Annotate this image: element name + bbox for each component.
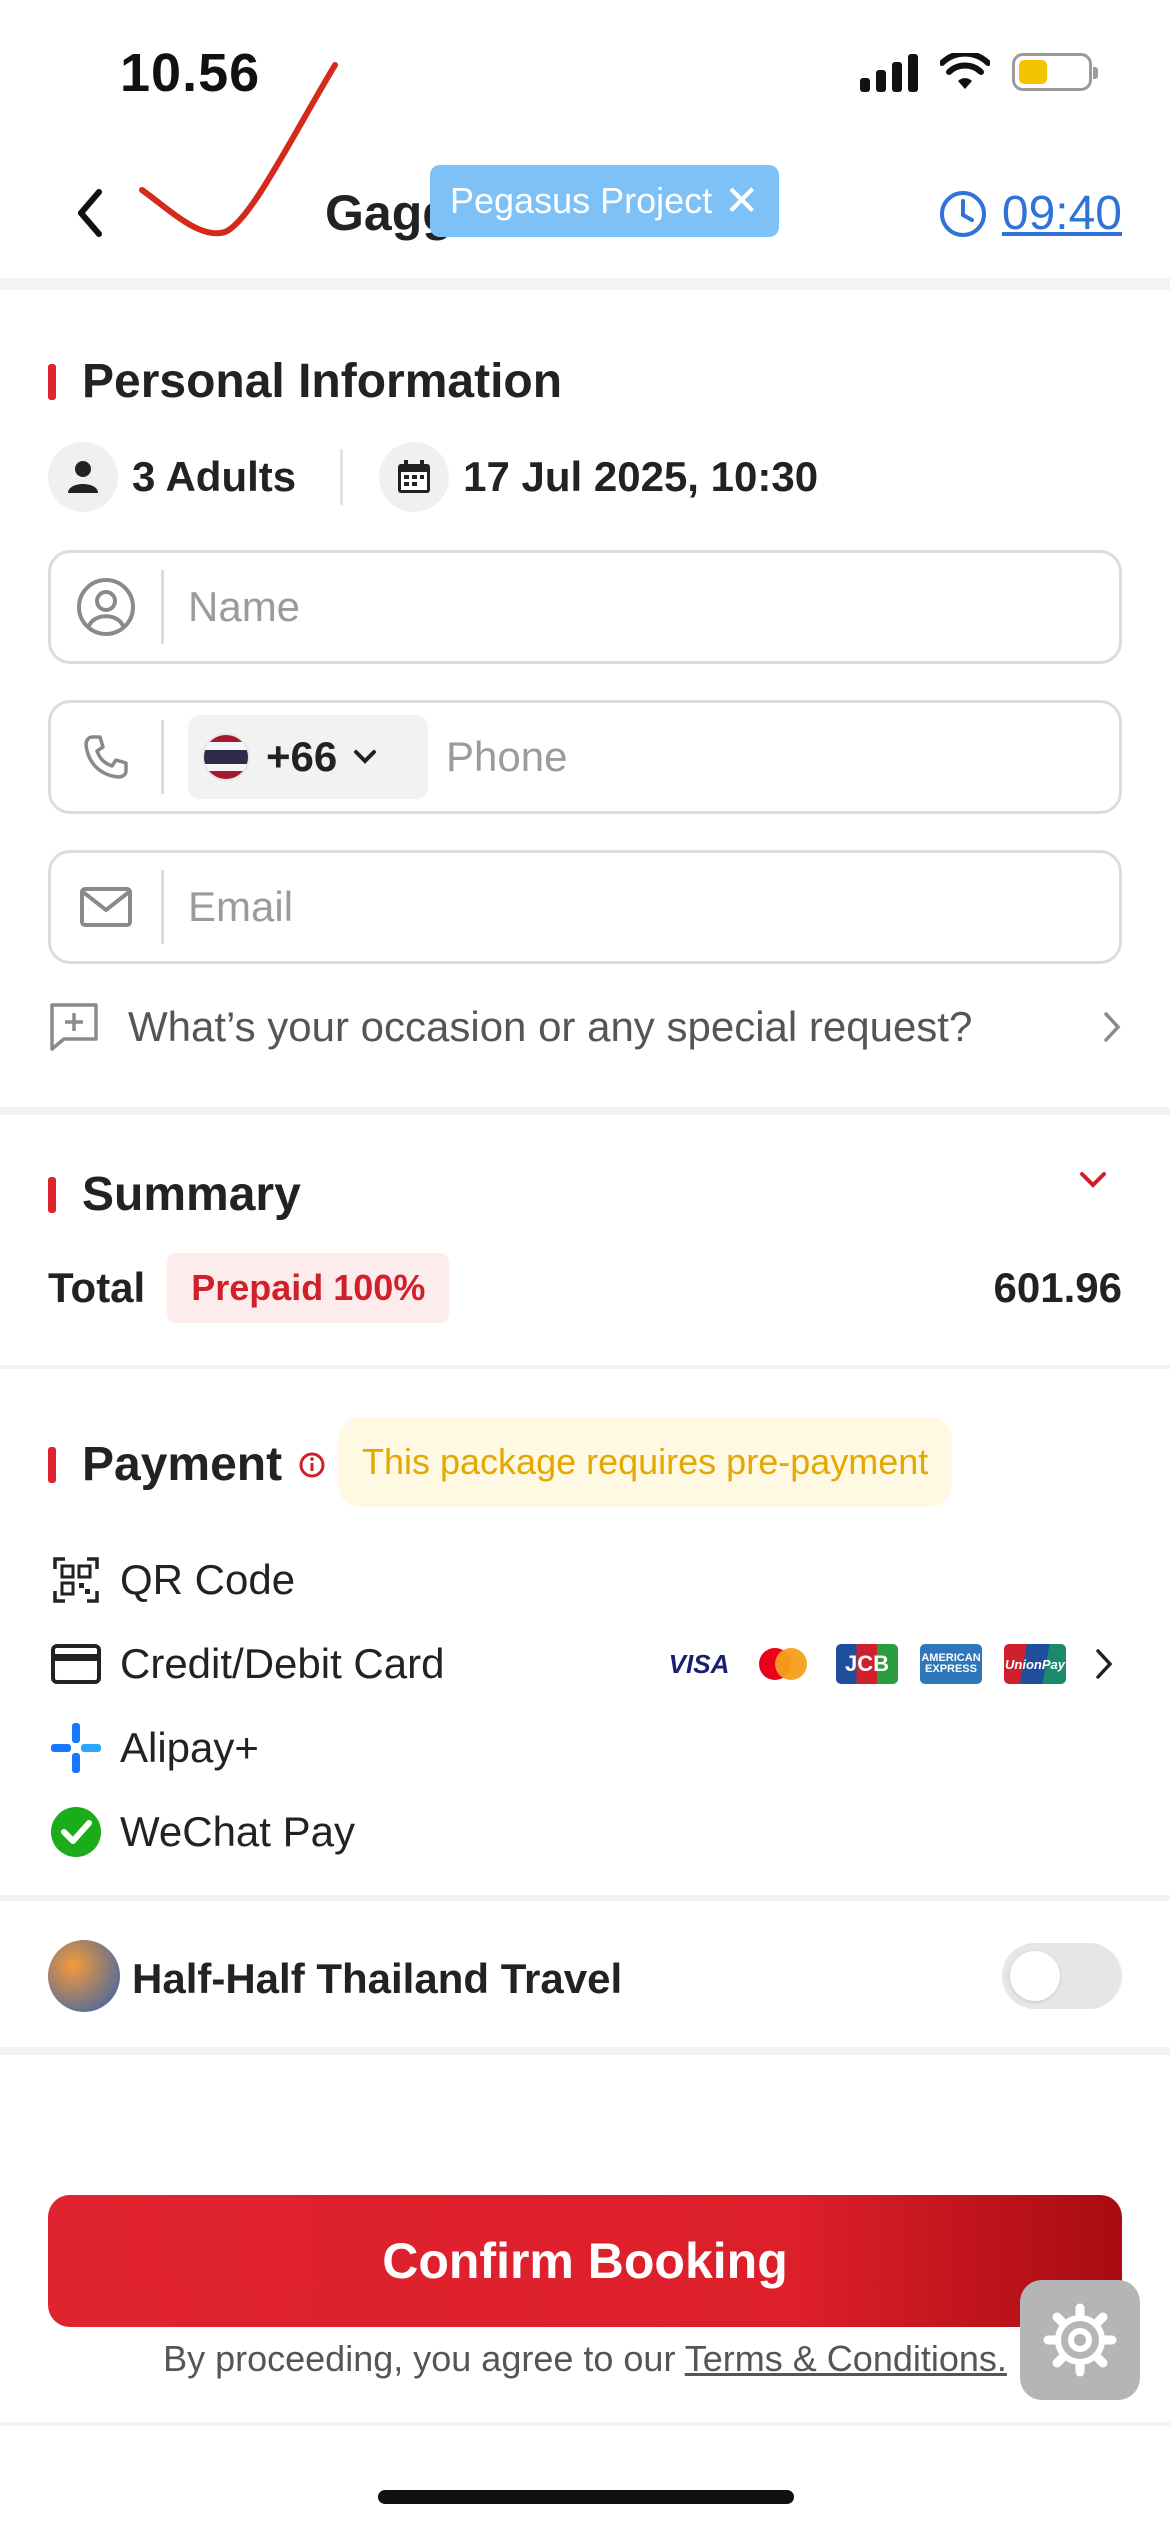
thailand-flag-icon: [202, 733, 250, 781]
section-divider: [0, 1107, 1170, 1115]
half-half-logo: [48, 1940, 120, 2012]
chevron-right-icon: [1104, 1012, 1121, 1042]
countdown-timer[interactable]: 09:40: [938, 186, 1122, 241]
phone-icon: [51, 703, 161, 811]
total-amount: 601.96: [993, 1264, 1122, 1311]
payment-method-alipay[interactable]: Alipay+: [48, 1713, 1122, 1783]
mail-icon: [51, 853, 161, 961]
home-indicator: [378, 2490, 794, 2504]
half-half-row: Half-Half Thailand Travel: [0, 1905, 1170, 2055]
summary-section: Summary Total Prepaid 100% 601.96: [0, 1115, 1170, 1365]
total-row: Total Prepaid 100% 601.96: [48, 1253, 1122, 1323]
battery-icon: [1012, 53, 1098, 91]
user-circle-icon: [51, 553, 161, 661]
personal-information-section: Personal Information 3 Adults 17 Jul 202…: [0, 302, 1170, 1107]
payment-method-qr[interactable]: QR Code: [48, 1545, 1122, 1615]
calendar-icon: [379, 442, 450, 512]
payment-method-label: WeChat Pay: [120, 1808, 355, 1855]
overlay-badge[interactable]: Pegasus Project ✕: [430, 165, 780, 237]
payment-method-label: Alipay+: [120, 1724, 259, 1771]
handwritten-check-mark: [139, 62, 338, 237]
country-code-picker[interactable]: +66: [188, 715, 428, 799]
payment-method-wechat[interactable]: WeChat Pay: [48, 1797, 1122, 1867]
payment-method-card[interactable]: Credit/Debit Card VISA JCB AMERICAN EXPRE…: [48, 1629, 1122, 1699]
payment-method-label: Credit/Debit Card: [120, 1640, 445, 1687]
terms-text: By proceeding, you agree to our Terms & …: [0, 2338, 1170, 2380]
meta-divider: [340, 449, 344, 505]
booking-datetime: 17 Jul 2025, 10:30: [463, 453, 819, 500]
personal-title: Personal Information: [82, 355, 563, 408]
person-icon: [48, 442, 118, 512]
half-half-toggle[interactable]: [1002, 1943, 1122, 2009]
wechat-icon: [48, 1804, 104, 1860]
mastercard-icon: [752, 1644, 814, 1684]
confirm-booking-button[interactable]: Confirm Booking: [48, 2195, 1122, 2327]
email-field[interactable]: [48, 850, 1122, 964]
add-comment-icon: [50, 1003, 98, 1051]
email-input[interactable]: [164, 853, 1119, 961]
phone-input[interactable]: [428, 703, 1119, 811]
overlay-badge-label: Pegasus Project: [450, 180, 713, 221]
jcb-icon: JCB: [836, 1644, 898, 1684]
section-accent-bar: [48, 363, 56, 400]
prepaid-badge: Prepaid 100%: [167, 1253, 450, 1323]
total-label: Total: [48, 1264, 146, 1311]
section-accent-bar: [48, 1176, 56, 1213]
alipay-icon: [48, 1720, 104, 1776]
prepayment-notice: This package requires pre-payment: [338, 1417, 953, 1507]
amex-icon: AMERICAN EXPRESS: [920, 1644, 982, 1684]
special-request-text: What’s your occasion or any special requ…: [128, 1003, 973, 1050]
guest-count: 3 Adults: [132, 453, 297, 500]
section-divider: [0, 1365, 1170, 1369]
chevron-right-icon: [1096, 1649, 1113, 1679]
payment-method-label: QR Code: [120, 1556, 296, 1603]
floating-settings-button[interactable]: [1020, 2280, 1140, 2400]
credit-card-icon: [48, 1636, 104, 1692]
timer-text[interactable]: 09:40: [1002, 186, 1122, 241]
country-code: +66: [266, 733, 338, 780]
section-title-summary: Summary: [48, 1167, 301, 1222]
field-separator: [161, 720, 164, 794]
header: Gagg Pegasus Project ✕ 09:40: [0, 62, 1170, 290]
name-input[interactable]: [164, 553, 1119, 661]
info-icon[interactable]: [298, 1451, 326, 1479]
back-button[interactable]: [60, 178, 120, 248]
special-request-row[interactable]: What’s your occasion or any special requ…: [48, 992, 1122, 1062]
payment-title: Payment: [82, 1438, 283, 1491]
section-accent-bar: [48, 1446, 56, 1483]
gear-icon: [1043, 2303, 1117, 2377]
half-half-label: Half-Half Thailand Travel: [132, 1955, 623, 2002]
cellular-signal-icon: [860, 52, 918, 92]
toggle-knob: [1010, 1951, 1060, 2001]
qr-code-icon: [48, 1552, 104, 1608]
terms-prefix: By proceeding, you agree to our: [163, 2338, 685, 2379]
close-icon[interactable]: ✕: [724, 180, 759, 222]
name-field[interactable]: [48, 550, 1122, 664]
chevron-down-icon: [354, 750, 377, 764]
chevron-left-icon: [78, 189, 102, 237]
section-title-personal: Personal Information: [48, 354, 562, 409]
status-icons: [860, 52, 1098, 92]
phone-field[interactable]: +66: [48, 700, 1122, 814]
card-brand-logos: VISA JCB AMERICAN EXPRESS UnionPay: [668, 1644, 1066, 1684]
section-title-payment: Payment: [48, 1437, 326, 1492]
summary-title: Summary: [82, 1168, 301, 1221]
wifi-icon: [940, 53, 990, 89]
booking-meta-row: 3 Adults 17 Jul 2025, 10:30: [48, 442, 818, 512]
section-divider: [0, 1895, 1170, 1901]
unionpay-icon: UnionPay: [1004, 1644, 1066, 1684]
payment-section: Payment This package requires pre-paymen…: [0, 1375, 1170, 1895]
clock-icon: [939, 190, 986, 237]
bottom-separator: [0, 2422, 1170, 2426]
visa-icon: VISA: [668, 1648, 730, 1679]
chevron-down-icon[interactable]: [1078, 1170, 1108, 1190]
terms-link[interactable]: Terms & Conditions.: [685, 2338, 1007, 2379]
